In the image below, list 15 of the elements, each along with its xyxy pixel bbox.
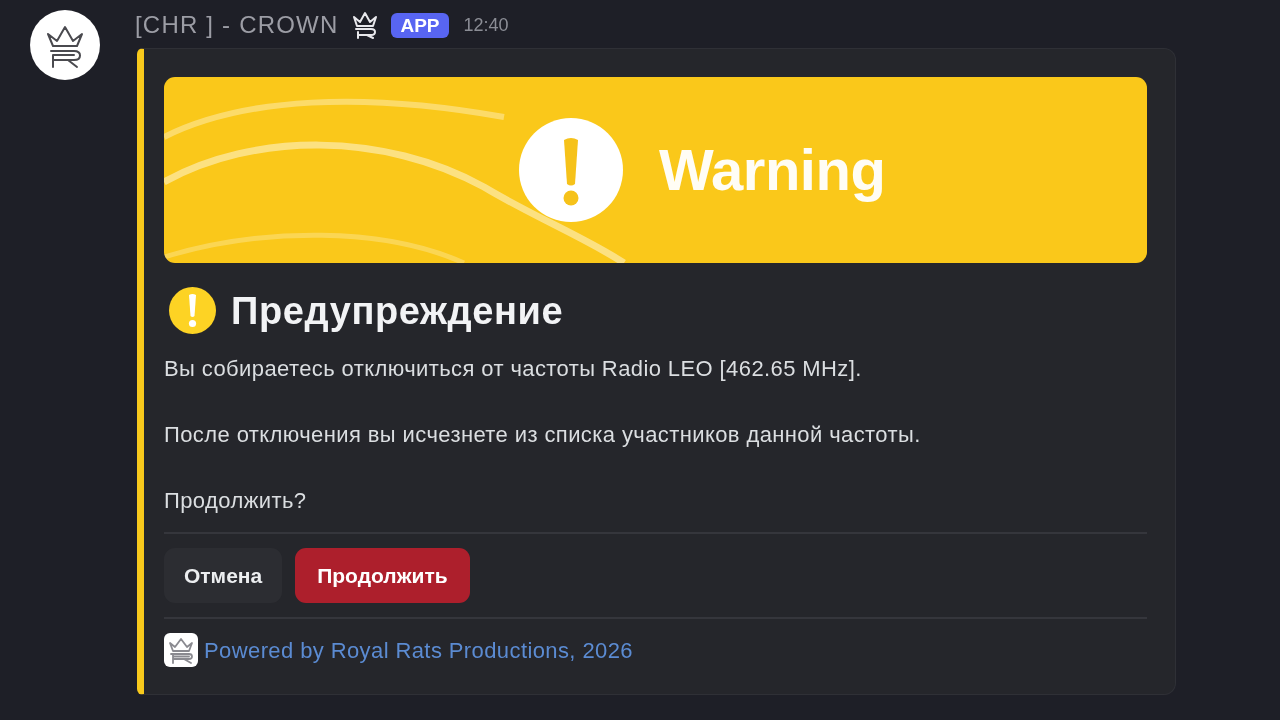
crown-avatar-icon	[30, 10, 100, 80]
embed-title: Предупреждение	[231, 288, 564, 334]
cancel-button[interactable]: Отмена	[164, 548, 283, 603]
exclamation-circle-icon	[169, 287, 216, 334]
app-tag: APP	[391, 12, 449, 38]
footer-link[interactable]: Powered by Royal Rats Productions, 2026	[204, 633, 633, 667]
continue-button[interactable]: Продолжить	[295, 548, 470, 603]
description-text: После отключения вы исчезнете из списка участников данной частоты.	[164, 421, 922, 449]
author-name[interactable]: [CHR ] - CROWN	[135, 7, 339, 43]
exclamation-circle-icon	[519, 118, 623, 222]
crown-logo-icon	[164, 633, 198, 667]
crown-icon	[351, 11, 380, 39]
description-text: Продолжить?	[164, 487, 308, 515]
timestamp: 12:40	[463, 13, 509, 37]
description-text: Вы собираетесь отключиться от частоты Radio LEO [462.65 MHz].	[164, 355, 863, 383]
